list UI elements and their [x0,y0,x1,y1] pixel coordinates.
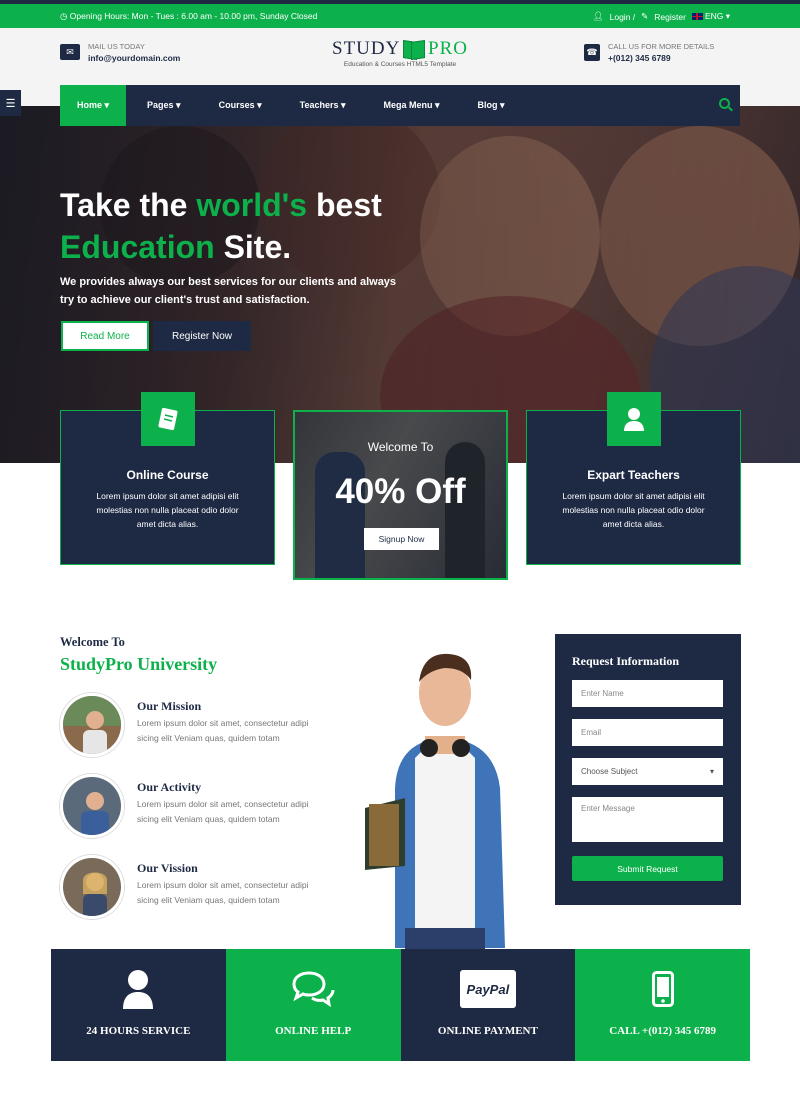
hero-text: We provides always our best services for… [60,276,397,306]
nav-item-mega-menu[interactable]: Mega Menu ▾ [366,85,456,126]
feature-item: Our Activity Lorem ipsum dolor sit amet,… [60,774,330,838]
service-online-payment[interactable]: PayPal ONLINE PAYMENT [400,949,576,1061]
hero-title-highlight: Education [60,229,215,265]
hero-title-part: best [307,187,382,223]
hero-title-part: Take the [60,187,197,223]
language-label: ENG [704,11,724,21]
service-24h[interactable]: 24 HOURS SERVICE [51,949,226,1061]
feature-item: Our Mission Lorem ipsum dolor sit amet, … [60,693,330,757]
services-strip: 24 HOURS SERVICE ONLINE HELP PayPal ONLI… [51,949,750,1061]
feature-item: Our Vission Lorem ipsum dolor sit amet, … [60,855,330,919]
subject-select[interactable]: Choose Subject ▾ [572,758,723,785]
login-link[interactable]: Login / [610,12,636,22]
caret-down-icon: ▾ [709,767,714,776]
register-link[interactable]: Register [654,12,686,22]
card-text: Lorem ipsum dolor sit amet adipisi elit … [562,491,705,529]
card-title: Expart Teachers [587,468,680,482]
service-label: CALL +(012) 345 6789 [609,1025,717,1037]
clock-icon: ◷ [60,11,70,21]
email-input[interactable]: Email [572,719,723,746]
name-input[interactable]: Enter Name [572,680,723,707]
hero-title-part: Site. [214,229,292,265]
book-icon [141,392,195,446]
service-label: ONLINE HELP [275,1025,352,1037]
top-links: 👤︎ Login / ✎ Register ENG ▾ [593,11,730,22]
online-course-card[interactable]: Online Course Lorem ipsum dolor sit amet… [60,392,275,565]
user-icon [607,392,661,446]
read-more-button[interactable]: Read More [61,321,149,351]
opening-hours: ◷ Opening Hours: Mon - Tues : 6.00 am - … [60,11,317,22]
signup-now-button[interactable]: Signup Now [364,528,439,550]
promo-welcome: Welcome To [367,440,434,454]
call-label: CALL US FOR MORE DETAILS [608,42,715,51]
card-text: Lorem ipsum dolor sit amet adipisi elit … [96,491,239,529]
mail-info: ✉ MAIL US TODAY info@yourdomain.com [60,42,180,63]
logo-text-left: STUDY [332,38,401,59]
nav-item-home[interactable]: Home ▾ [60,85,127,126]
service-online-help[interactable]: ONLINE HELP [225,949,401,1061]
user-icon: 👤︎ [592,11,604,21]
feature-title: Our Activity [137,780,202,794]
form-title: Request Information [572,654,679,668]
service-label: ONLINE PAYMENT [437,1025,538,1037]
service-call[interactable]: CALL +(012) 345 6789 [575,949,750,1061]
logo-text-right: PRO [428,38,468,59]
vision-avatar [60,855,124,919]
user-icon [121,969,155,1009]
promo-card: Welcome To 40% Off Signup Now [293,410,508,580]
language-select[interactable]: ENG ▾ [691,11,730,22]
paypal-logo-text: PayPal [459,970,516,1008]
call-info: ☎ CALL US FOR MORE DETAILS +(012) 345 67… [584,42,714,63]
subject-select-value: Choose Subject [581,767,638,776]
register-now-button[interactable]: Register Now [153,321,251,351]
nav-item-courses[interactable]: Courses ▾ [202,85,279,126]
feature-title: Our Mission [137,699,202,713]
call-value[interactable]: +(012) 345 6789 [608,53,714,63]
activity-avatar [60,774,124,838]
paypal-icon: PayPal [459,969,516,1009]
feature-text: Lorem ipsum dolor sit amet, consectetur … [137,799,309,824]
expert-teachers-card[interactable]: Expart Teachers Lorem ipsum dolor sit am… [526,392,741,565]
edit-icon: ✎ [641,11,649,21]
mail-value[interactable]: info@yourdomain.com [88,53,180,63]
welcome-heading: Welcome To [60,635,125,649]
uk-flag-icon [691,13,703,21]
main-nav: Home ▾ Pages ▾ Courses ▾ Teachers ▾ Mega… [60,85,740,126]
nav-item-teachers[interactable]: Teachers ▾ [283,85,363,126]
phone-icon [651,969,674,1009]
feature-text: Lorem ipsum dolor sit amet, consectetur … [137,718,309,743]
student-photo [345,648,545,950]
message-textarea[interactable]: Enter Message [572,797,723,842]
promo-offer: 40% Off [335,472,466,511]
book-logo-icon [403,41,425,58]
settings-sliders-icon[interactable]: ☰ [0,90,21,116]
feature-title: Our Vission [137,861,198,875]
service-label: 24 HOURS SERVICE [86,1025,191,1037]
request-form: Request Information Enter Name Email Cho… [555,634,741,905]
feature-text: Lorem ipsum dolor sit amet, consectetur … [137,880,309,905]
nav-item-pages[interactable]: Pages ▾ [130,85,198,126]
nav-item-blog[interactable]: Blog ▾ [461,85,522,126]
logo-tagline: Education & Courses HTML5 Template [343,61,457,68]
submit-request-button[interactable]: Submit Request [572,856,723,881]
envelope-icon: ✉ [60,44,80,60]
mission-avatar [60,693,124,757]
hero-title: Take the world's best Education Site. [60,184,480,268]
university-title: StudyPro University [60,654,218,674]
search-icon[interactable] [719,98,730,109]
card-title: Online Course [126,468,209,482]
phone-icon: ☎ [584,44,600,61]
logo[interactable]: STUDY PRO Education & Courses HTML5 Templ… [332,38,468,68]
top-bar: ◷ Opening Hours: Mon - Tues : 6.00 am - … [0,0,800,28]
hero-title-highlight: world's [196,187,308,223]
mail-label: MAIL US TODAY [88,42,145,51]
opening-hours-text: Opening Hours: Mon - Tues : 6.00 am - 10… [69,11,318,21]
chat-icon [290,969,336,1009]
